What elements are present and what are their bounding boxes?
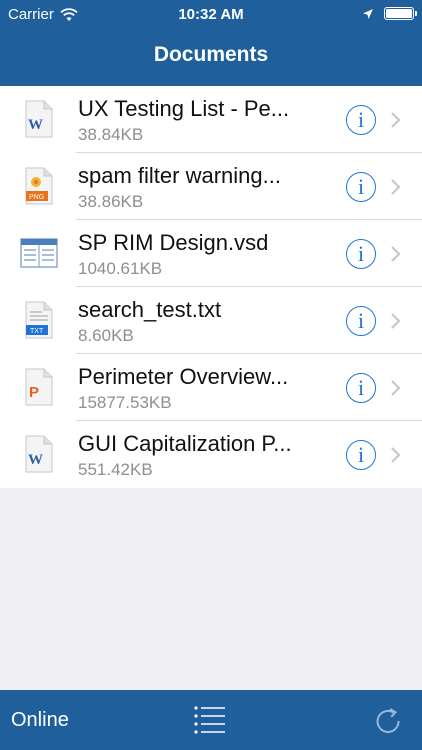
refresh-icon[interactable]: [373, 706, 403, 736]
word-letter: W: [28, 117, 43, 133]
document-size: 1040.61KB: [78, 259, 163, 278]
document-size: 551.42KB: [78, 460, 153, 479]
word-doc-icon: W: [25, 435, 53, 473]
list-menu-icon[interactable]: [193, 704, 227, 736]
connection-status: Online: [11, 709, 69, 731]
visio-doc-icon: [20, 238, 58, 268]
word-letter: W: [28, 452, 43, 468]
info-glyph: i: [357, 442, 365, 467]
battery-icon: [384, 7, 417, 20]
document-size: 38.84KB: [78, 125, 144, 144]
document-name: spam filter warning...: [78, 163, 281, 188]
document-name: UX Testing List - Pe...: [78, 96, 290, 121]
document-size: 8.60KB: [78, 326, 134, 345]
status-right-group: [362, 7, 417, 20]
document-name: GUI Capitalization P...: [78, 431, 292, 456]
document-name: search_test.txt: [78, 297, 222, 322]
status-time: 10:32 AM: [178, 6, 244, 23]
chevron-right-icon: [391, 112, 401, 128]
info-glyph: i: [357, 308, 365, 333]
document-size: 38.86KB: [78, 192, 144, 211]
page-title: Documents: [153, 43, 269, 66]
chevron-right-icon: [391, 246, 401, 262]
powerpoint-doc-icon: P: [25, 368, 53, 406]
document-row[interactable]: TXT search_test.txt 8.60KB i: [0, 287, 422, 354]
powerpoint-letter: P: [29, 384, 39, 401]
document-row[interactable]: P Perimeter Overview... 15877.53KB i: [0, 354, 422, 421]
txt-doc-icon: TXT: [25, 301, 53, 339]
document-name: SP RIM Design.vsd: [78, 230, 269, 255]
document-list: W UX Testing List - Pe... 38.84KB i PNG …: [0, 86, 422, 488]
info-button[interactable]: i: [346, 172, 376, 202]
document-size: 15877.53KB: [78, 393, 172, 412]
txt-label: TXT: [30, 328, 44, 335]
header: Carrier 10:32 AM Documents: [0, 0, 422, 86]
info-button[interactable]: i: [346, 105, 376, 135]
info-button[interactable]: i: [346, 306, 376, 336]
png-label: PNG: [29, 194, 44, 201]
info-button[interactable]: i: [346, 440, 376, 470]
document-row[interactable]: PNG spam filter warning... 38.86KB i: [0, 153, 422, 220]
word-doc-icon: W: [25, 100, 53, 138]
info-button[interactable]: i: [346, 239, 376, 269]
document-name: Perimeter Overview...: [78, 364, 289, 389]
info-glyph: i: [357, 375, 365, 400]
chevron-right-icon: [391, 179, 401, 195]
info-glyph: i: [357, 174, 365, 199]
bottom-toolbar: Online: [0, 690, 422, 750]
chevron-right-icon: [391, 313, 401, 329]
info-glyph: i: [357, 107, 365, 132]
document-row[interactable]: W UX Testing List - Pe... 38.84KB i: [0, 86, 422, 153]
document-row[interactable]: SP RIM Design.vsd 1040.61KB i: [0, 220, 422, 287]
chevron-right-icon: [391, 380, 401, 396]
info-glyph: i: [357, 241, 365, 266]
document-row[interactable]: W GUI Capitalization P... 551.42KB i: [0, 421, 422, 488]
chevron-right-icon: [391, 447, 401, 463]
info-button[interactable]: i: [346, 373, 376, 403]
status-bar: Carrier 10:32 AM: [0, 0, 422, 30]
location-arrow-icon: [363, 8, 373, 19]
png-image-icon: PNG: [25, 167, 53, 205]
